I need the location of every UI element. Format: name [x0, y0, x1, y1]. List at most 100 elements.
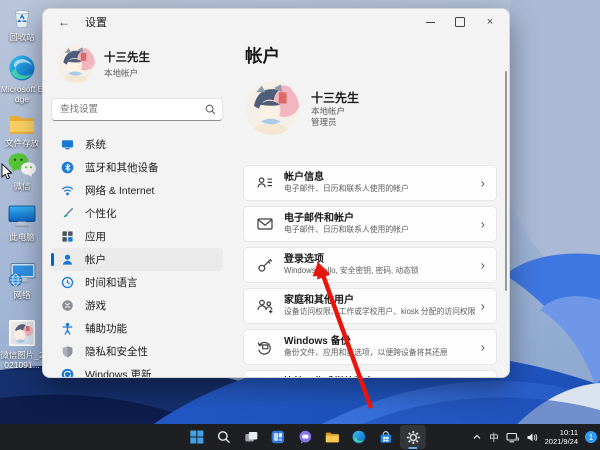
card-family-other-users[interactable]: 家庭和其他用户 设备访问权限、工作或学校用户、kiosk 分配的访问权限 ›	[243, 288, 497, 324]
chat-icon	[297, 430, 312, 444]
notification-badge[interactable]: 1	[585, 431, 597, 443]
network-tray-icon[interactable]	[506, 432, 519, 443]
card-title: 电子邮件和帐户	[284, 213, 409, 225]
chevron-right-icon: ›	[481, 176, 485, 191]
sidebar-item-privacy-security[interactable]: 隐私和安全性	[51, 340, 223, 363]
sidebar-item-time-language[interactable]: 时间和语言	[51, 271, 223, 294]
card-title: 家庭和其他用户	[284, 295, 475, 307]
mouse-cursor-icon	[1, 163, 13, 180]
card-title: 登录选项	[284, 254, 419, 266]
widgets-button[interactable]	[265, 425, 291, 449]
desktop-icon-this-pc[interactable]: 此电脑	[0, 203, 44, 242]
recycle-bin-icon	[9, 4, 35, 30]
card-subtitle: 电子邮件、日历和联系人使用的帐户	[284, 184, 409, 194]
settings-sidebar: 十三先生 本地帐户 系统	[43, 35, 233, 378]
desktop-icon-label: Microsoft Edge	[0, 84, 44, 104]
chat-button[interactable]	[292, 425, 318, 449]
time-language-icon	[61, 276, 74, 289]
profile-name: 十三先生	[311, 89, 359, 106]
personalization-icon	[61, 207, 74, 220]
desktop-icon-label: 此电脑	[0, 232, 44, 242]
privacy-icon	[61, 345, 74, 358]
accounts-icon	[61, 253, 74, 266]
start-button[interactable]	[184, 425, 210, 449]
sidebar-user-type: 本地帐户	[104, 67, 150, 79]
close-button[interactable]: ×	[475, 9, 505, 35]
sidebar-item-personalization[interactable]: 个性化	[51, 202, 223, 225]
card-windows-backup[interactable]: Windows 备份 备份文件、应用和首选项，以便跨设备将其还原 ›	[243, 329, 497, 365]
store-button[interactable]	[373, 425, 399, 449]
chevron-right-icon: ›	[481, 258, 485, 273]
folder-icon	[8, 112, 36, 136]
file-explorer-button[interactable]	[319, 425, 345, 449]
titlebar[interactable]: ← 设置 ×	[43, 9, 509, 35]
start-icon	[190, 430, 204, 444]
desktop-icon-folder[interactable]: 文件存放	[0, 112, 44, 148]
accessibility-icon	[61, 322, 74, 335]
card-email-accounts[interactable]: 电子邮件和帐户 电子邮件、日历和联系人使用的帐户 ›	[243, 206, 497, 242]
taskbar: 中 10:11 2021/9/24 1	[0, 424, 600, 450]
task-view-button[interactable]	[238, 425, 264, 449]
sidebar-item-apps[interactable]: 应用	[51, 225, 223, 248]
search-icon	[217, 430, 231, 444]
card-sign-in-options[interactable]: 登录选项 Windows Hello, 安全密钥, 密码, 动态锁 ›	[243, 247, 497, 283]
backup-icon	[256, 338, 274, 356]
profile-role: 管理员	[311, 117, 359, 128]
sidebar-item-label: 帐户	[85, 252, 106, 267]
desktop-icon-label: 文件存放	[0, 138, 44, 148]
sidebar-item-system[interactable]: 系统	[51, 133, 223, 156]
volume-tray-icon[interactable]	[526, 432, 538, 443]
desktop-icon-image-file[interactable]: 微信图片_2021091...	[0, 318, 44, 370]
card-subtitle: 设备访问权限、工作或学校用户、kiosk 分配的访问权限	[284, 307, 475, 317]
chevron-right-icon: ›	[481, 299, 485, 314]
sidebar-user[interactable]: 十三先生 本地帐户	[57, 42, 223, 86]
settings-main-pane: 帐户 十三	[233, 35, 509, 378]
desktop-icon-label: 回收站	[0, 32, 44, 42]
sidebar-item-label: 时间和语言	[85, 275, 138, 290]
chevron-right-icon: ›	[481, 217, 485, 232]
sidebar-item-gaming[interactable]: 游戏	[51, 294, 223, 317]
widgets-icon	[271, 430, 285, 444]
sidebar-item-network-internet[interactable]: 网络 & Internet	[51, 179, 223, 202]
family-icon	[256, 297, 274, 315]
settings-button[interactable]	[400, 425, 426, 449]
tray-chevron-up-icon[interactable]	[472, 432, 482, 442]
minimize-button[interactable]	[415, 9, 445, 35]
sidebar-item-bluetooth-devices[interactable]: 蓝牙和其他设备	[51, 156, 223, 179]
email-icon	[256, 215, 274, 233]
profile-account-type: 本地帐户	[311, 106, 359, 117]
card-title: 连接工作或学校帐户	[284, 377, 374, 378]
bluetooth-icon	[61, 161, 74, 174]
sidebar-nav: 系统 蓝牙和其他设备 网络 & Internet	[51, 133, 223, 378]
sidebar-item-label: 系统	[85, 137, 106, 152]
search-button[interactable]	[211, 425, 237, 449]
system-icon	[61, 138, 74, 151]
store-icon	[379, 430, 393, 444]
settings-icon	[405, 430, 420, 445]
back-button[interactable]: ←	[51, 15, 77, 29]
clock[interactable]: 10:11 2021/9/24	[545, 428, 578, 446]
sidebar-item-label: Windows 更新	[85, 367, 152, 378]
sidebar-item-windows-update[interactable]: Windows 更新	[51, 363, 223, 378]
scrollbar[interactable]	[505, 71, 507, 291]
card-account-info[interactable]: 帐户信息 电子邮件、日历和联系人使用的帐户 ›	[243, 165, 497, 201]
desktop-icon-label: 网络	[0, 290, 44, 300]
desktop-icon-recycle-bin[interactable]: 回收站	[0, 4, 44, 42]
desktop-icon-label: 微信图片_2021091...	[0, 350, 44, 370]
desktop-icon-edge[interactable]: Microsoft Edge	[0, 54, 44, 104]
tray-time: 10:11	[545, 428, 578, 437]
sidebar-item-label: 隐私和安全性	[85, 344, 148, 359]
profile-avatar	[245, 81, 299, 135]
page-title: 帐户	[245, 43, 509, 68]
gaming-icon	[61, 299, 74, 312]
window-title: 设置	[85, 14, 107, 30]
sidebar-item-accessibility[interactable]: 辅助功能	[51, 317, 223, 340]
card-work-school-account[interactable]: 连接工作或学校帐户	[243, 370, 497, 378]
network-wifi-icon	[61, 184, 74, 197]
edge-button[interactable]	[346, 425, 372, 449]
ime-indicator[interactable]: 中	[489, 430, 499, 444]
sidebar-item-accounts[interactable]: 帐户	[51, 248, 223, 271]
maximize-button[interactable]	[445, 9, 475, 35]
search-input[interactable]	[51, 98, 223, 121]
desktop-icon-network[interactable]: 网络	[0, 261, 44, 300]
